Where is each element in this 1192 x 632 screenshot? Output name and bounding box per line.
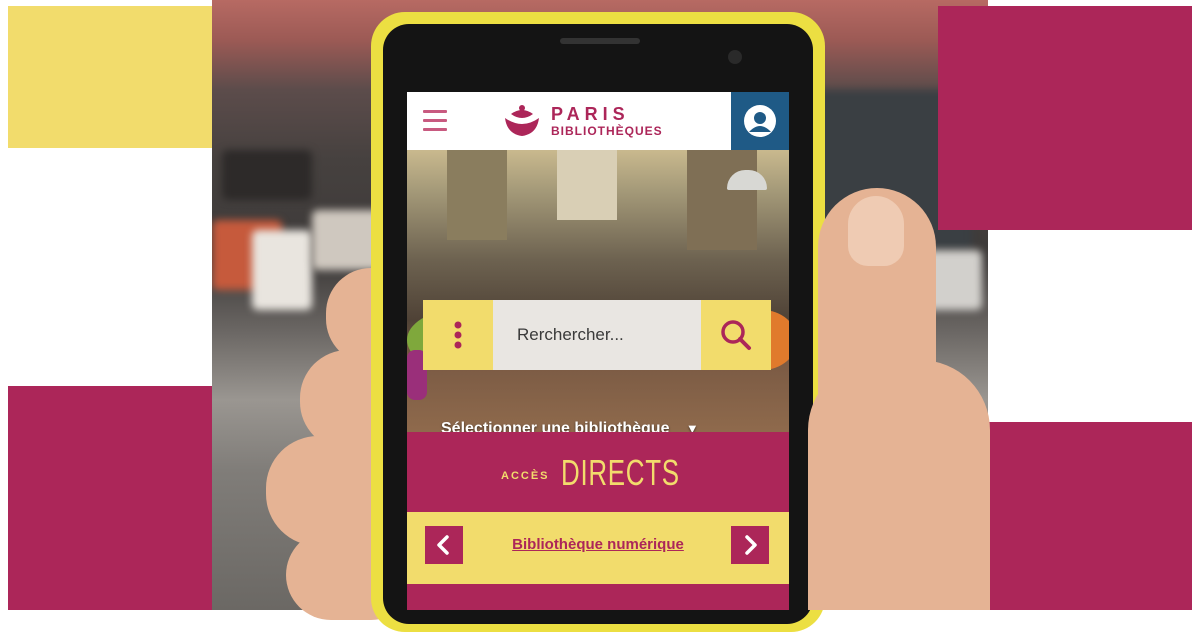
logo-emblem-icon <box>505 105 539 136</box>
app-header: PARIS BIBLIOTHÈQUES <box>407 92 789 150</box>
hero-shelf <box>447 150 507 240</box>
thumb-nail <box>848 196 904 266</box>
search-bar <box>423 300 771 370</box>
decor-magenta-block-top-right <box>938 6 1192 230</box>
chevron-down-icon: ▼ <box>685 421 699 432</box>
magnifier-icon[interactable] <box>701 300 771 370</box>
shortcut-carousel: Bibliothèque numérique <box>407 512 789 584</box>
decor-magenta-block-bottom-right <box>988 422 1192 610</box>
hero-shelf <box>687 150 757 250</box>
logo-subtitle: BIBLIOTHÈQUES <box>551 124 663 138</box>
phone-camera <box>728 50 742 64</box>
access-section: ACCÈS DIRECTS Bibliothèque numérique <box>407 432 789 610</box>
chevron-right-icon[interactable] <box>731 526 769 564</box>
hero-lamp <box>727 170 767 190</box>
paris-bibliotheques-logo[interactable]: PARIS BIBLIOTHÈQUES <box>501 104 681 140</box>
access-label-big: DIRECTS <box>561 452 680 493</box>
carousel-link-bibliotheque-numerique[interactable]: Bibliothèque numérique <box>471 536 725 553</box>
library-selector-label: Sélectionner une bibliothèque <box>441 420 670 432</box>
hero-image: Sélectionner une bibliothèque ▼ <box>407 150 789 432</box>
user-account-icon[interactable] <box>731 92 789 150</box>
vertical-dots-icon[interactable] <box>423 300 493 370</box>
hero-shelf <box>557 150 617 220</box>
phone-screen: PARIS BIBLIOTHÈQUES Rerchercher... Sélec… <box>407 92 789 610</box>
hand-palm <box>808 360 990 610</box>
library-selector[interactable]: Sélectionner une bibliothèque ▼ <box>441 420 761 432</box>
hamburger-menu-icon[interactable] <box>423 110 447 132</box>
access-label-small: ACCÈS <box>501 470 550 482</box>
chevron-left-icon[interactable] <box>425 526 463 564</box>
search-input[interactable] <box>493 300 701 370</box>
phone-speaker <box>560 38 640 44</box>
logo-title: PARIS <box>551 104 630 124</box>
